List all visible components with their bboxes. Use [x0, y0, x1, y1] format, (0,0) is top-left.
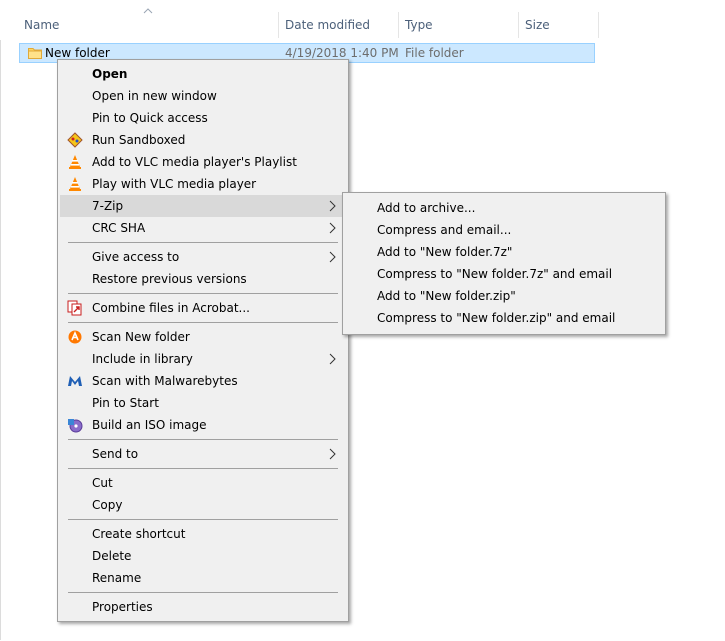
chevron-right-icon: [329, 200, 336, 212]
menu-item-vlc-play[interactable]: Play with VLC media player: [60, 173, 346, 195]
menu-item-label: Open in new window: [92, 89, 217, 103]
menu-item-label: Run Sandboxed: [92, 133, 186, 147]
pane-divider: [0, 40, 1, 640]
chevron-right-icon: [329, 448, 336, 460]
menu-separator: [68, 322, 338, 323]
avast-icon: [68, 330, 82, 344]
submenu-item-add-zip[interactable]: Add to "New folder.zip": [345, 285, 663, 307]
menu-item-run-sandboxed[interactable]: Run Sandboxed: [60, 129, 346, 151]
file-name: New folder: [45, 46, 110, 60]
file-type: File folder: [405, 46, 464, 60]
menu-item-restore-versions[interactable]: Restore previous versions: [60, 268, 346, 290]
menu-item-7zip[interactable]: 7-Zip: [60, 195, 346, 217]
menu-item-label: Copy: [92, 498, 123, 512]
menu-separator: [68, 592, 338, 593]
menu-item-label: Scan with Malwarebytes: [92, 374, 238, 388]
acrobat-combine-icon: [67, 300, 82, 316]
submenu-item-add-archive[interactable]: Add to archive...: [345, 197, 663, 219]
menu-item-build-iso[interactable]: Build an ISO image: [60, 414, 346, 436]
submenu-item-label: Compress to "New folder.zip" and email: [377, 311, 616, 325]
context-menu: Open Open in new window Pin to Quick acc…: [57, 59, 349, 622]
menu-item-label: Restore previous versions: [92, 272, 247, 286]
menu-item-cut[interactable]: Cut: [60, 472, 346, 494]
menu-item-label: Create shortcut: [92, 527, 186, 541]
submenu-item-compress-zip-email[interactable]: Compress to "New folder.zip" and email: [345, 307, 663, 329]
menu-item-give-access[interactable]: Give access to: [60, 246, 346, 268]
submenu-item-label: Add to "New folder.zip": [377, 289, 516, 303]
menu-item-copy[interactable]: Copy: [60, 494, 346, 516]
submenu-item-label: Compress to "New folder.7z" and email: [377, 267, 613, 281]
7zip-submenu: Add to archive... Compress and email... …: [342, 192, 666, 335]
menu-item-label: Delete: [92, 549, 132, 563]
submenu-item-compress-email[interactable]: Compress and email...: [345, 219, 663, 241]
submenu-item-label: Compress and email...: [377, 223, 512, 237]
menu-item-delete[interactable]: Delete: [60, 545, 346, 567]
chevron-right-icon: [329, 353, 336, 365]
submenu-item-compress-7z-email[interactable]: Compress to "New folder.7z" and email: [345, 263, 663, 285]
menu-item-open[interactable]: Open: [60, 63, 346, 85]
menu-item-crc-sha[interactable]: CRC SHA: [60, 217, 346, 239]
menu-separator: [68, 293, 338, 294]
chevron-right-icon: [329, 251, 336, 263]
column-header-bar: Name Date modified Type Size: [0, 0, 725, 40]
column-divider[interactable]: [518, 12, 519, 38]
menu-item-label: Play with VLC media player: [92, 177, 257, 191]
column-date-modified[interactable]: Date modified: [285, 18, 370, 32]
submenu-item-label: Add to archive...: [377, 201, 476, 215]
column-divider[interactable]: [278, 12, 279, 38]
menu-item-vlc-playlist[interactable]: Add to VLC media player's Playlist: [60, 151, 346, 173]
vlc-cone-icon: [69, 177, 81, 191]
menu-item-label: Pin to Start: [92, 396, 159, 410]
column-name[interactable]: Name: [24, 18, 59, 32]
menu-item-properties[interactable]: Properties: [60, 596, 346, 618]
menu-item-label: CRC SHA: [92, 221, 146, 235]
menu-item-label: Open: [92, 67, 128, 81]
menu-item-open-new-window[interactable]: Open in new window: [60, 85, 346, 107]
menu-separator: [68, 468, 338, 469]
folder-icon: [28, 48, 42, 59]
column-divider[interactable]: [598, 12, 599, 38]
menu-item-combine-acrobat[interactable]: Combine files in Acrobat...: [60, 297, 346, 319]
column-size[interactable]: Size: [525, 18, 550, 32]
menu-item-send-to[interactable]: Send to: [60, 443, 346, 465]
vlc-cone-icon: [69, 155, 81, 169]
menu-item-rename[interactable]: Rename: [60, 567, 346, 589]
iso-disc-icon: [68, 419, 83, 433]
menu-item-label: Pin to Quick access: [92, 111, 208, 125]
menu-item-label: Rename: [92, 571, 142, 585]
menu-item-include-library[interactable]: Include in library: [60, 348, 346, 370]
menu-item-label: Give access to: [92, 250, 180, 264]
menu-item-label: Cut: [92, 476, 113, 490]
menu-item-label: Send to: [92, 447, 139, 461]
menu-item-label: Add to VLC media player's Playlist: [92, 155, 297, 169]
menu-item-label: Include in library: [92, 352, 193, 366]
chevron-right-icon: [329, 222, 336, 234]
sandboxie-icon: [67, 132, 83, 148]
column-divider[interactable]: [398, 12, 399, 38]
submenu-item-add-7z[interactable]: Add to "New folder.7z": [345, 241, 663, 263]
menu-separator: [68, 439, 338, 440]
menu-item-label: Combine files in Acrobat...: [92, 301, 250, 315]
menu-separator: [68, 242, 338, 243]
menu-item-pin-quick-access[interactable]: Pin to Quick access: [60, 107, 346, 129]
submenu-item-label: Add to "New folder.7z": [377, 245, 513, 259]
menu-item-malwarebytes[interactable]: Scan with Malwarebytes: [60, 370, 346, 392]
menu-item-create-shortcut[interactable]: Create shortcut: [60, 523, 346, 545]
malwarebytes-icon: [68, 376, 82, 386]
menu-separator: [68, 519, 338, 520]
menu-item-label: Scan New folder: [92, 330, 190, 344]
menu-item-label: Properties: [92, 600, 153, 614]
menu-item-scan-avast[interactable]: Scan New folder: [60, 326, 346, 348]
menu-item-label: 7-Zip: [92, 199, 124, 213]
file-date-modified: 4/19/2018 1:40 PM: [285, 46, 399, 60]
column-type[interactable]: Type: [405, 18, 433, 32]
menu-item-label: Build an ISO image: [92, 418, 207, 432]
sort-ascending-icon: [143, 8, 153, 14]
menu-item-pin-start[interactable]: Pin to Start: [60, 392, 346, 414]
